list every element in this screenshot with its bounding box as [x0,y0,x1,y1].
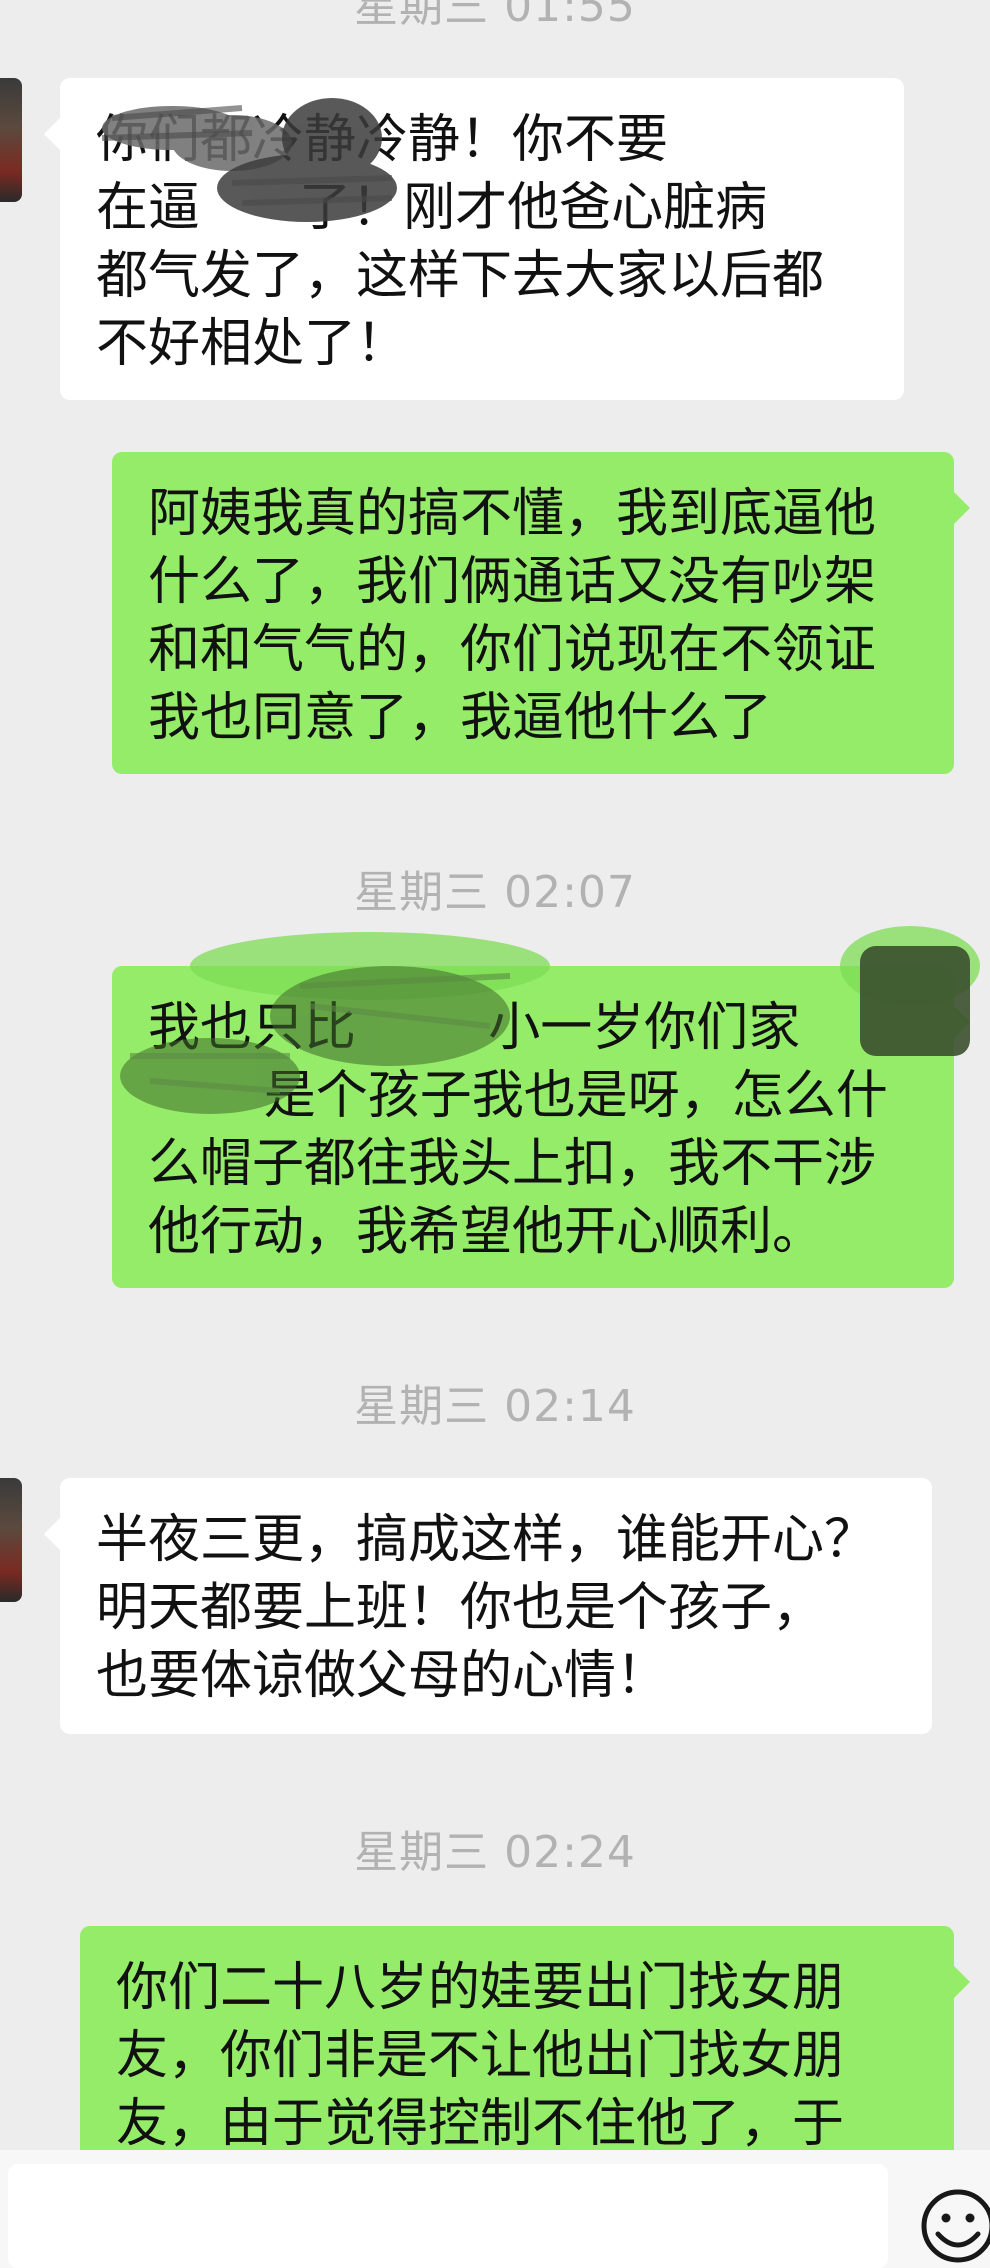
message-bubble-received[interactable]: 你们都冷静冷静！你不要 在逼 了！刚才他爸心脏病 都气发了，这样下去大家以后都 … [44,78,904,400]
smile-face-icon [921,2189,990,2263]
avatar[interactable] [0,1478,22,1602]
message-bubble-sent[interactable]: 我也只比 小一岁你们家 是个孩子我也是呀，怎么什 么帽子都往我头上扣，我不干涉 … [112,966,970,1288]
avatar[interactable] [0,78,22,202]
emoji-button[interactable] [918,2182,990,2268]
timestamp: 星期三 02:24 [354,1827,636,1878]
message-input[interactable] [8,2164,888,2268]
message-bubble-sent[interactable]: 你们二十八岁的娃要出门找女朋 友，你们非是不让他出门找女朋 友，由于觉得控制不住… [80,1926,970,2150]
chat-message-list[interactable]: 星期三 01:55 你们都冷静冷静！你不要 在逼 了！刚才他爸心脏病 都气发了，… [0,0,990,2150]
timestamp: 星期三 02:14 [354,1381,636,1432]
message-bubble-received[interactable]: 半夜三更，搞成这样，谁能开心？ 明天都要上班！你也是个孩子， 也要体谅做父母的心… [44,1478,932,1734]
input-bar [0,2150,990,2268]
timestamp: 星期三 02:07 [354,867,636,918]
message-bubble-sent[interactable]: 阿姨我真的搞不懂，我到底逼他 什么了，我们俩通话又没有吵架 和和气气的，你们说现… [112,452,970,774]
timestamp-top: 星期三 01:55 [354,0,636,32]
